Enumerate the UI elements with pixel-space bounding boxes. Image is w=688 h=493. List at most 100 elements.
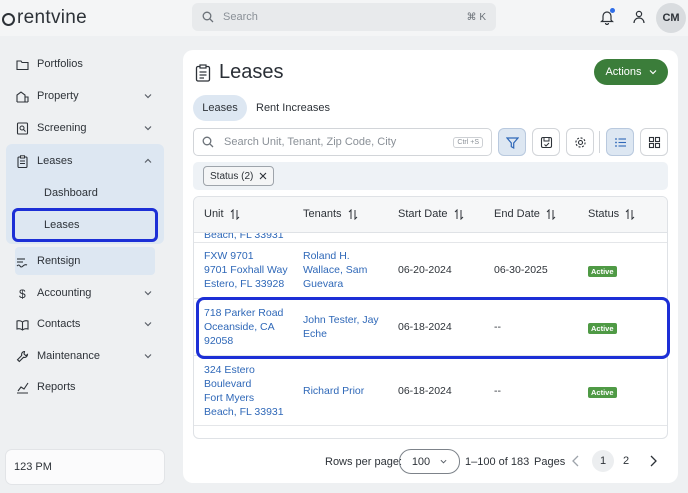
unit-line: Boulevard — [204, 378, 252, 390]
chevron-down-icon — [144, 291, 152, 296]
sidebar-item-leases[interactable]: Leases — [6, 148, 164, 174]
chevron-down-icon — [649, 70, 656, 75]
column-header-label: Unit — [204, 208, 224, 220]
lease-search-placeholder: Search Unit, Tenant, Zip Code, City — [224, 136, 397, 148]
clipboard-icon — [195, 63, 211, 82]
chevron-left-icon[interactable] — [571, 455, 581, 467]
end-date-cell: 06-30-2025 — [494, 264, 548, 276]
status-badge: Active — [588, 266, 617, 277]
sidebar-item-reports[interactable]: Reports — [6, 374, 164, 400]
logo-mark-icon — [2, 12, 15, 26]
chevron-down-icon — [144, 322, 152, 327]
tenant-line: Richard Prior — [303, 385, 365, 397]
sidebar-item-portfolios[interactable]: Portfolios — [6, 51, 164, 77]
sidebar-item-label: Contacts — [37, 318, 81, 330]
sidebar-item-label: Portfolios — [37, 58, 83, 70]
sort-icon — [348, 208, 357, 220]
table-row[interactable]: FXW 9701 9701 Foxhall Way Estero, FL 339… — [194, 243, 667, 299]
sort-icon — [454, 208, 463, 220]
sidebar-item-rentsign[interactable]: Rentsign — [6, 248, 164, 274]
gear-icon — [574, 136, 586, 148]
status-badge: Active — [588, 387, 617, 398]
column-header-label: End Date — [494, 208, 540, 220]
building-icon — [16, 90, 29, 103]
global-search-input[interactable]: Search ⌘ K — [192, 3, 496, 31]
tenants-cell[interactable]: Roland H. Wallace, Sam Guevara — [303, 249, 367, 291]
saved-views-button[interactable] — [532, 128, 560, 156]
sidebar-clock: 123 PM — [6, 450, 164, 484]
user-switch-icon[interactable] — [632, 10, 646, 24]
avatar[interactable]: CM — [656, 3, 686, 33]
start-date-cell: 06-18-2024 — [398, 385, 452, 397]
search-icon — [202, 136, 214, 148]
sidebar-item-screening[interactable]: Screening — [6, 115, 164, 141]
rows-per-page-label: Rows per page: — [325, 456, 403, 468]
sidebar-item-property[interactable]: Property — [6, 83, 164, 109]
chevron-right-icon[interactable] — [648, 455, 658, 467]
active-filters-bar: Status (2) — [193, 162, 668, 190]
status-filter-chip[interactable]: Status (2) — [203, 166, 275, 186]
sidebar-item-label: Leases — [37, 155, 73, 167]
unit-line: FXW 9701 — [204, 250, 254, 262]
actions-button[interactable]: Actions — [594, 59, 668, 85]
column-header-start-date[interactable]: Start Date — [398, 208, 464, 220]
lease-search-input[interactable]: Search Unit, Tenant, Zip Code, City Ctrl… — [193, 128, 492, 156]
filter-button[interactable] — [498, 128, 526, 156]
signature-icon — [16, 257, 28, 268]
sidebar-item-contacts[interactable]: Contacts — [6, 311, 164, 337]
grid-view-icon — [648, 136, 660, 148]
table-row[interactable]: 324 Estero Boulevard Fort Myers Beach, F… — [194, 356, 667, 426]
page-button-1[interactable]: 1 — [592, 450, 614, 472]
column-header-status[interactable]: Status — [588, 208, 635, 220]
sidebar-item-label: Maintenance — [37, 350, 100, 362]
dollar-icon: $ — [19, 287, 26, 300]
column-header-label: Status — [588, 208, 620, 220]
column-header-label: Start Date — [398, 208, 448, 220]
settings-button[interactable] — [566, 128, 594, 156]
sidebar-item-label: Screening — [37, 122, 87, 134]
sort-icon — [625, 208, 635, 220]
rows-per-page-select[interactable]: 100 — [399, 449, 460, 474]
page-button-2[interactable]: 2 — [615, 450, 637, 472]
column-header-end-date[interactable]: End Date — [494, 208, 556, 220]
wrench-icon — [16, 350, 29, 362]
column-header-unit[interactable]: Unit — [204, 208, 240, 220]
column-header-label: Tenants — [303, 208, 342, 220]
status-filter-chip-label: Status (2) — [210, 170, 254, 182]
unit-cell[interactable]: 324 Estero Boulevard Fort Myers Beach, F… — [204, 363, 284, 419]
notification-dot — [610, 8, 615, 13]
list-view-button[interactable] — [606, 128, 634, 156]
clipboard-icon — [17, 154, 28, 168]
table-row[interactable]: Beach, FL 33931 — [194, 233, 667, 243]
tenants-cell[interactable]: Richard Prior — [303, 384, 364, 398]
global-search-shortcut: ⌘ K — [466, 11, 486, 23]
chevron-down-icon — [144, 126, 152, 131]
sidebar-subitem-dashboard[interactable]: Dashboard — [44, 187, 98, 199]
tab-leases[interactable]: Leases — [193, 95, 247, 121]
unit-cell[interactable]: Beach, FL 33931 — [204, 233, 284, 242]
save-view-icon — [540, 136, 552, 148]
page-title-text: Leases — [219, 61, 284, 83]
sidebar-item-label: Rentsign — [37, 255, 81, 267]
svg-text:$: $ — [19, 287, 26, 300]
tenant-line: Roland H. — [303, 250, 350, 262]
tab-rent-increases[interactable]: Rent Increases — [253, 95, 333, 121]
unit-line: 9701 Foxhall Way — [204, 264, 288, 276]
sidebar-item-label: Accounting — [37, 287, 92, 299]
sort-icon — [546, 208, 556, 220]
grid-view-button[interactable] — [640, 128, 668, 156]
table-header: Unit Tenants Start Date End Date Status — [194, 197, 667, 233]
sidebar-item-label: Property — [37, 90, 79, 102]
sidebar-item-maintenance[interactable]: Maintenance — [6, 343, 164, 369]
close-icon[interactable] — [259, 172, 267, 180]
sidebar-subitem-leases-highlight — [12, 208, 158, 242]
unit-line: Estero, FL 33928 — [204, 278, 285, 290]
app-logo[interactable]: rentvine — [2, 7, 87, 29]
tenant-line: Guevara — [303, 278, 344, 290]
start-date-cell: 06-20-2024 — [398, 264, 452, 276]
unit-cell[interactable]: FXW 9701 9701 Foxhall Way Estero, FL 339… — [204, 249, 288, 291]
lease-search-shortcut: Ctrl +S — [453, 136, 483, 148]
sidebar-item-accounting[interactable]: $ Accounting — [6, 280, 164, 306]
unit-line: Fort Myers — [204, 392, 255, 404]
column-header-tenants[interactable]: Tenants — [303, 208, 358, 220]
